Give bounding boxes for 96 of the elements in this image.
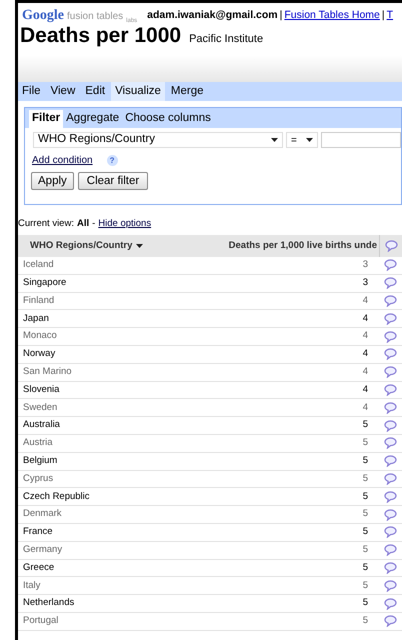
table-cell-text: Czech Republic xyxy=(22,490,91,504)
table-cell-text: Iceland xyxy=(22,258,55,272)
table-cell-text: 5 xyxy=(362,436,369,450)
table-cell-text: 5 xyxy=(362,578,369,593)
options-tab[interactable]: Aggregate xyxy=(63,110,122,128)
table-cell-text: Portugal xyxy=(22,614,60,628)
view-label: Current view: xyxy=(18,216,74,231)
table-cell-text: Singapore xyxy=(22,276,68,290)
comment-icon[interactable] xyxy=(384,508,397,521)
table-cell-text: Finland xyxy=(22,294,56,308)
table-cell-text: 3 xyxy=(362,276,369,290)
comment-icon[interactable] xyxy=(384,294,397,307)
comment-icon[interactable] xyxy=(384,562,397,574)
table-cell-text: Belgium xyxy=(22,454,58,468)
table-cell-text: 4 xyxy=(362,294,369,308)
separator: | xyxy=(280,8,282,23)
comment-icon[interactable] xyxy=(384,544,397,556)
clear-filter-button[interactable]: Clear filter xyxy=(78,172,148,190)
options-tab[interactable]: Filter xyxy=(29,110,64,128)
table-cell-text: Slovenia xyxy=(22,382,60,397)
comment-icon[interactable] xyxy=(384,420,397,432)
caret-icon xyxy=(306,138,313,142)
options-tab[interactable]: Choose columns xyxy=(122,110,214,128)
separator: - xyxy=(92,216,96,231)
table-cell-text: Sweden xyxy=(22,400,58,415)
table-cell-text: 4 xyxy=(362,365,369,380)
table-cell-text: 4 xyxy=(362,329,369,344)
caret-icon xyxy=(271,138,278,142)
table-source: Pacific Institute xyxy=(189,32,264,47)
menu-item[interactable]: Merge xyxy=(166,82,208,101)
table-cell-text: Greece xyxy=(22,560,56,575)
table-cell-text: Japan xyxy=(22,312,50,326)
table-cell-text: Cyprus xyxy=(22,472,54,486)
table-cell-text: Netherlands xyxy=(22,596,76,610)
comment-icon[interactable] xyxy=(384,259,397,272)
comment-icon[interactable] xyxy=(384,402,397,414)
table-cell-text: 5 xyxy=(362,418,369,432)
table-cell-text: 5 xyxy=(362,560,369,575)
column-select[interactable]: WHO Regions/Country xyxy=(33,132,283,148)
menu-item[interactable]: View xyxy=(46,82,80,101)
comment-icon[interactable] xyxy=(384,277,397,290)
apply-button[interactable]: Apply xyxy=(31,172,74,190)
table-cell-text: Italy xyxy=(22,578,42,593)
table-cell-text: 4 xyxy=(362,312,369,326)
comment-icon[interactable] xyxy=(384,366,397,378)
table-cell-text: 3 xyxy=(362,258,369,272)
table-cell-text: Norway xyxy=(22,347,56,362)
table-cell-text: 5 xyxy=(362,543,369,558)
table-cell-text: France xyxy=(22,525,54,540)
table-cell-text: 5 xyxy=(362,507,369,522)
table-cell-text: San Marino xyxy=(22,365,73,380)
table-cell-text: 5 xyxy=(362,454,369,468)
table-cell-text: Germany xyxy=(22,543,64,558)
comment-icon[interactable] xyxy=(384,580,397,592)
comment-icon[interactable] xyxy=(384,455,397,468)
menu-item[interactable]: Edit xyxy=(81,82,110,101)
table-cell-text: 5 xyxy=(362,525,369,540)
table-cell-text: 5 xyxy=(362,490,369,504)
view-value: All xyxy=(76,216,90,231)
comment-icon[interactable] xyxy=(384,348,397,360)
table-cell-text: 5 xyxy=(362,596,369,610)
column-header[interactable]: WHO Regions/Country xyxy=(18,238,148,254)
table-cell-text: 5 xyxy=(362,472,369,486)
comment-icon[interactable] xyxy=(384,384,397,396)
table-cell-text: Australia xyxy=(22,418,61,432)
table-cell-text: 5 xyxy=(362,614,369,628)
add-condition-link[interactable]: Add condition xyxy=(32,153,93,168)
table-cell-text: 4 xyxy=(362,347,369,362)
comment-icon[interactable] xyxy=(384,598,397,610)
comment-icon[interactable] xyxy=(384,437,397,450)
table-cell-text: Austria xyxy=(22,436,54,450)
separator: | xyxy=(382,8,385,23)
table-cell-text: Denmark xyxy=(22,507,63,522)
comment-icon[interactable] xyxy=(384,472,397,485)
logo-wordmark[interactable]: Google xyxy=(22,5,64,26)
table-cell-text: 4 xyxy=(362,400,369,415)
header-link[interactable]: T xyxy=(386,8,394,24)
menu-item[interactable]: File xyxy=(18,82,45,101)
table-title: Deaths per 1000 xyxy=(20,25,182,46)
home-link[interactable]: Fusion Tables Home xyxy=(284,8,380,24)
sort-caret-icon xyxy=(136,244,144,248)
comment-icon[interactable] xyxy=(384,490,397,503)
comment-icon[interactable] xyxy=(384,615,397,628)
column-header[interactable]: Deaths per 1,000 live births unde xyxy=(148,238,379,254)
menu-item[interactable]: Visualize xyxy=(111,82,165,101)
product-name: fusion tables xyxy=(67,10,124,24)
table-cell-text: Monaco xyxy=(22,329,58,344)
operator-select[interactable]: = xyxy=(286,132,318,148)
comment-icon[interactable] xyxy=(384,240,398,252)
comment-icon[interactable] xyxy=(384,526,397,538)
hide-options-link[interactable]: Hide options xyxy=(98,216,152,232)
comment-icon[interactable] xyxy=(384,330,397,343)
help-icon[interactable]: ? xyxy=(106,155,118,166)
comment-icon[interactable] xyxy=(384,312,397,325)
table-cell-text: 4 xyxy=(362,382,369,397)
user-email: adam.iwaniak@gmail.com xyxy=(147,8,278,23)
